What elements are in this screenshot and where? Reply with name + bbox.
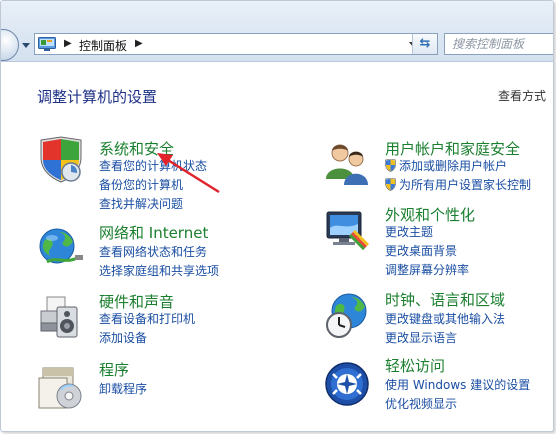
annotation-arrow-icon bbox=[157, 153, 220, 194]
navigation-bar: ▶ 控制面板 ▶ ⇆ 搜索控制面板 bbox=[1, 1, 553, 62]
search-input[interactable]: 搜索控制面板 bbox=[444, 33, 553, 55]
back-button[interactable] bbox=[1, 29, 19, 61]
search-placeholder: 搜索控制面板 bbox=[452, 37, 525, 51]
control-panel-icon bbox=[38, 37, 56, 51]
breadcrumb-separator[interactable]: ▶ bbox=[64, 38, 72, 49]
refresh-button[interactable]: ⇆ bbox=[412, 34, 437, 54]
breadcrumb-separator[interactable]: ▶ bbox=[135, 38, 143, 49]
recent-pages-dropdown-icon[interactable] bbox=[22, 43, 30, 48]
main-content: 调整计算机的设置 查看方式 系统和安全 查看您的计算机状态 备份您的计算机 查找… bbox=[1, 62, 553, 431]
address-bar[interactable]: ▶ 控制面板 ▶ ⇆ bbox=[34, 33, 438, 55]
breadcrumb-control-panel[interactable]: 控制面板 bbox=[79, 37, 127, 54]
window: ▶ 控制面板 ▶ ⇆ 搜索控制面板 调整计算机的设置 查看方式 系统和安全 查看… bbox=[0, 0, 554, 432]
